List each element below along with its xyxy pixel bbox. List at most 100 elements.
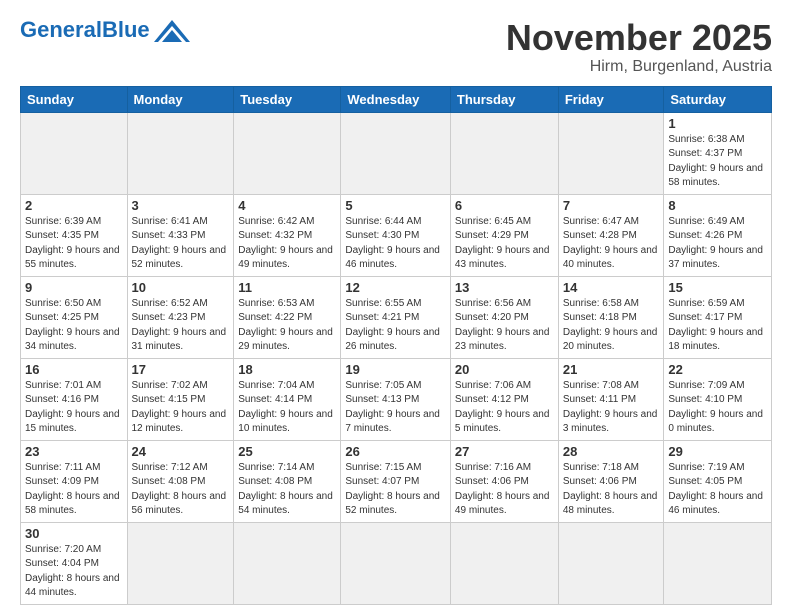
day-number: 21 <box>563 362 660 377</box>
day-number: 18 <box>238 362 336 377</box>
day-number: 17 <box>132 362 230 377</box>
calendar-cell: 29Sunrise: 7:19 AM Sunset: 4:05 PM Dayli… <box>664 440 772 522</box>
day-info: Sunrise: 7:01 AM Sunset: 4:16 PM Dayligh… <box>25 379 123 437</box>
logo-blue: Blue <box>102 17 150 42</box>
day-number: 11 <box>238 280 336 295</box>
calendar-cell <box>21 112 128 194</box>
day-number: 25 <box>238 444 336 459</box>
logo-text: GeneralBlue <box>20 19 150 41</box>
week-row-5: 23 Sunrise: 7:11 AM Sunset: 4:09 PM Dayli… <box>21 440 772 522</box>
day-info: Sunrise: 7:19 AM Sunset: 4:05 PM Dayligh… <box>668 461 767 519</box>
calendar-cell: 3Sunrise: 6:41 AM Sunset: 4:33 PM Daylig… <box>127 194 234 276</box>
calendar-cell: 22 Sunrise: 7:09 AM Sunset: 4:10 PM Dayli… <box>664 358 772 440</box>
day-number: 13 <box>455 280 554 295</box>
logo-icon <box>154 20 190 42</box>
calendar-cell: 1 Sunrise: 6:38 AM Sunset: 4:37 PM Daylig… <box>664 112 772 194</box>
calendar-cell: 6Sunrise: 6:45 AM Sunset: 4:29 PM Daylig… <box>450 194 558 276</box>
day-info: Sunrise: 6:50 AM Sunset: 4:25 PM Dayligh… <box>25 297 123 355</box>
week-row-6: 30Sunrise: 7:20 AM Sunset: 4:04 PM Dayli… <box>21 522 772 604</box>
day-info: Sunrise: 6:52 AM Sunset: 4:23 PM Dayligh… <box>132 297 230 355</box>
day-info: Sunrise: 6:44 AM Sunset: 4:30 PM Dayligh… <box>345 215 446 273</box>
day-number: 6 <box>455 198 554 213</box>
calendar-cell: 21 Sunrise: 7:08 AM Sunset: 4:11 PM Dayli… <box>558 358 664 440</box>
calendar-cell: 9Sunrise: 6:50 AM Sunset: 4:25 PM Daylig… <box>21 276 128 358</box>
calendar-cell <box>558 112 664 194</box>
day-number: 10 <box>132 280 230 295</box>
day-info: Sunrise: 6:58 AM Sunset: 4:18 PM Dayligh… <box>563 297 660 355</box>
day-info: Sunrise: 6:38 AM Sunset: 4:37 PM Dayligh… <box>668 133 767 191</box>
day-number: 23 <box>25 444 123 459</box>
day-info: Sunrise: 7:20 AM Sunset: 4:04 PM Dayligh… <box>25 543 123 601</box>
day-info: Sunrise: 7:05 AM Sunset: 4:13 PM Dayligh… <box>345 379 446 437</box>
day-info: Sunrise: 6:47 AM Sunset: 4:28 PM Dayligh… <box>563 215 660 273</box>
calendar-cell: 16 Sunrise: 7:01 AM Sunset: 4:16 PM Dayli… <box>21 358 128 440</box>
location-title: Hirm, Burgenland, Austria <box>506 58 772 76</box>
calendar-cell: 18Sunrise: 7:04 AM Sunset: 4:14 PM Dayli… <box>234 358 341 440</box>
day-number: 1 <box>668 116 767 131</box>
header-friday: Friday <box>558 86 664 112</box>
calendar-cell: 8Sunrise: 6:49 AM Sunset: 4:26 PM Daylig… <box>664 194 772 276</box>
calendar-table: Sunday Monday Tuesday Wednesday Thursday… <box>20 86 772 605</box>
calendar-cell: 20Sunrise: 7:06 AM Sunset: 4:12 PM Dayli… <box>450 358 558 440</box>
calendar-cell: 11Sunrise: 6:53 AM Sunset: 4:22 PM Dayli… <box>234 276 341 358</box>
day-info: Sunrise: 6:42 AM Sunset: 4:32 PM Dayligh… <box>238 215 336 273</box>
day-info: Sunrise: 7:09 AM Sunset: 4:10 PM Dayligh… <box>668 379 767 437</box>
calendar-cell: 17 Sunrise: 7:02 AM Sunset: 4:15 PM Dayli… <box>127 358 234 440</box>
calendar-cell: 30Sunrise: 7:20 AM Sunset: 4:04 PM Dayli… <box>21 522 128 604</box>
calendar-cell: 28Sunrise: 7:18 AM Sunset: 4:06 PM Dayli… <box>558 440 664 522</box>
calendar-cell <box>558 522 664 604</box>
header: GeneralBlue November 2025 Hirm, Burgenla… <box>20 18 772 76</box>
logo-general: General <box>20 17 102 42</box>
day-number: 28 <box>563 444 660 459</box>
header-tuesday: Tuesday <box>234 86 341 112</box>
day-number: 20 <box>455 362 554 377</box>
calendar-cell: 27Sunrise: 7:16 AM Sunset: 4:06 PM Dayli… <box>450 440 558 522</box>
header-saturday: Saturday <box>664 86 772 112</box>
day-info: Sunrise: 7:12 AM Sunset: 4:08 PM Dayligh… <box>132 461 230 519</box>
calendar-cell <box>664 522 772 604</box>
day-number: 5 <box>345 198 446 213</box>
calendar-cell <box>127 112 234 194</box>
week-row-4: 16 Sunrise: 7:01 AM Sunset: 4:16 PM Dayli… <box>21 358 772 440</box>
calendar-cell: 24Sunrise: 7:12 AM Sunset: 4:08 PM Dayli… <box>127 440 234 522</box>
day-number: 26 <box>345 444 446 459</box>
calendar-cell: 4 Sunrise: 6:42 AM Sunset: 4:32 PM Daylig… <box>234 194 341 276</box>
calendar-cell: 10 Sunrise: 6:52 AM Sunset: 4:23 PM Dayli… <box>127 276 234 358</box>
calendar-cell <box>234 112 341 194</box>
calendar-cell <box>127 522 234 604</box>
calendar-cell <box>341 112 451 194</box>
calendar-cell: 13Sunrise: 6:56 AM Sunset: 4:20 PM Dayli… <box>450 276 558 358</box>
calendar-cell <box>450 112 558 194</box>
calendar-cell: 15 Sunrise: 6:59 AM Sunset: 4:17 PM Dayli… <box>664 276 772 358</box>
calendar-cell: 2Sunrise: 6:39 AM Sunset: 4:35 PM Daylig… <box>21 194 128 276</box>
day-number: 16 <box>25 362 123 377</box>
day-number: 15 <box>668 280 767 295</box>
day-info: Sunrise: 7:08 AM Sunset: 4:11 PM Dayligh… <box>563 379 660 437</box>
header-thursday: Thursday <box>450 86 558 112</box>
day-info: Sunrise: 6:59 AM Sunset: 4:17 PM Dayligh… <box>668 297 767 355</box>
calendar-cell: 5 Sunrise: 6:44 AM Sunset: 4:30 PM Daylig… <box>341 194 451 276</box>
day-number: 7 <box>563 198 660 213</box>
day-number: 12 <box>345 280 446 295</box>
day-number: 27 <box>455 444 554 459</box>
calendar-cell <box>450 522 558 604</box>
title-area: November 2025 Hirm, Burgenland, Austria <box>506 18 772 76</box>
day-number: 14 <box>563 280 660 295</box>
calendar-cell: 25 Sunrise: 7:14 AM Sunset: 4:08 PM Dayli… <box>234 440 341 522</box>
calendar-cell: 23 Sunrise: 7:11 AM Sunset: 4:09 PM Dayli… <box>21 440 128 522</box>
calendar-cell: 14 Sunrise: 6:58 AM Sunset: 4:18 PM Dayli… <box>558 276 664 358</box>
week-row-3: 9Sunrise: 6:50 AM Sunset: 4:25 PM Daylig… <box>21 276 772 358</box>
day-number: 4 <box>238 198 336 213</box>
day-info: Sunrise: 6:49 AM Sunset: 4:26 PM Dayligh… <box>668 215 767 273</box>
weekday-header-row: Sunday Monday Tuesday Wednesday Thursday… <box>21 86 772 112</box>
day-info: Sunrise: 7:14 AM Sunset: 4:08 PM Dayligh… <box>238 461 336 519</box>
week-row-2: 2Sunrise: 6:39 AM Sunset: 4:35 PM Daylig… <box>21 194 772 276</box>
day-info: Sunrise: 7:11 AM Sunset: 4:09 PM Dayligh… <box>25 461 123 519</box>
day-number: 22 <box>668 362 767 377</box>
day-info: Sunrise: 6:55 AM Sunset: 4:21 PM Dayligh… <box>345 297 446 355</box>
calendar-cell: 19Sunrise: 7:05 AM Sunset: 4:13 PM Dayli… <box>341 358 451 440</box>
day-info: Sunrise: 7:02 AM Sunset: 4:15 PM Dayligh… <box>132 379 230 437</box>
page: GeneralBlue November 2025 Hirm, Burgenla… <box>0 0 792 615</box>
calendar-cell: 26Sunrise: 7:15 AM Sunset: 4:07 PM Dayli… <box>341 440 451 522</box>
month-title: November 2025 <box>506 18 772 58</box>
